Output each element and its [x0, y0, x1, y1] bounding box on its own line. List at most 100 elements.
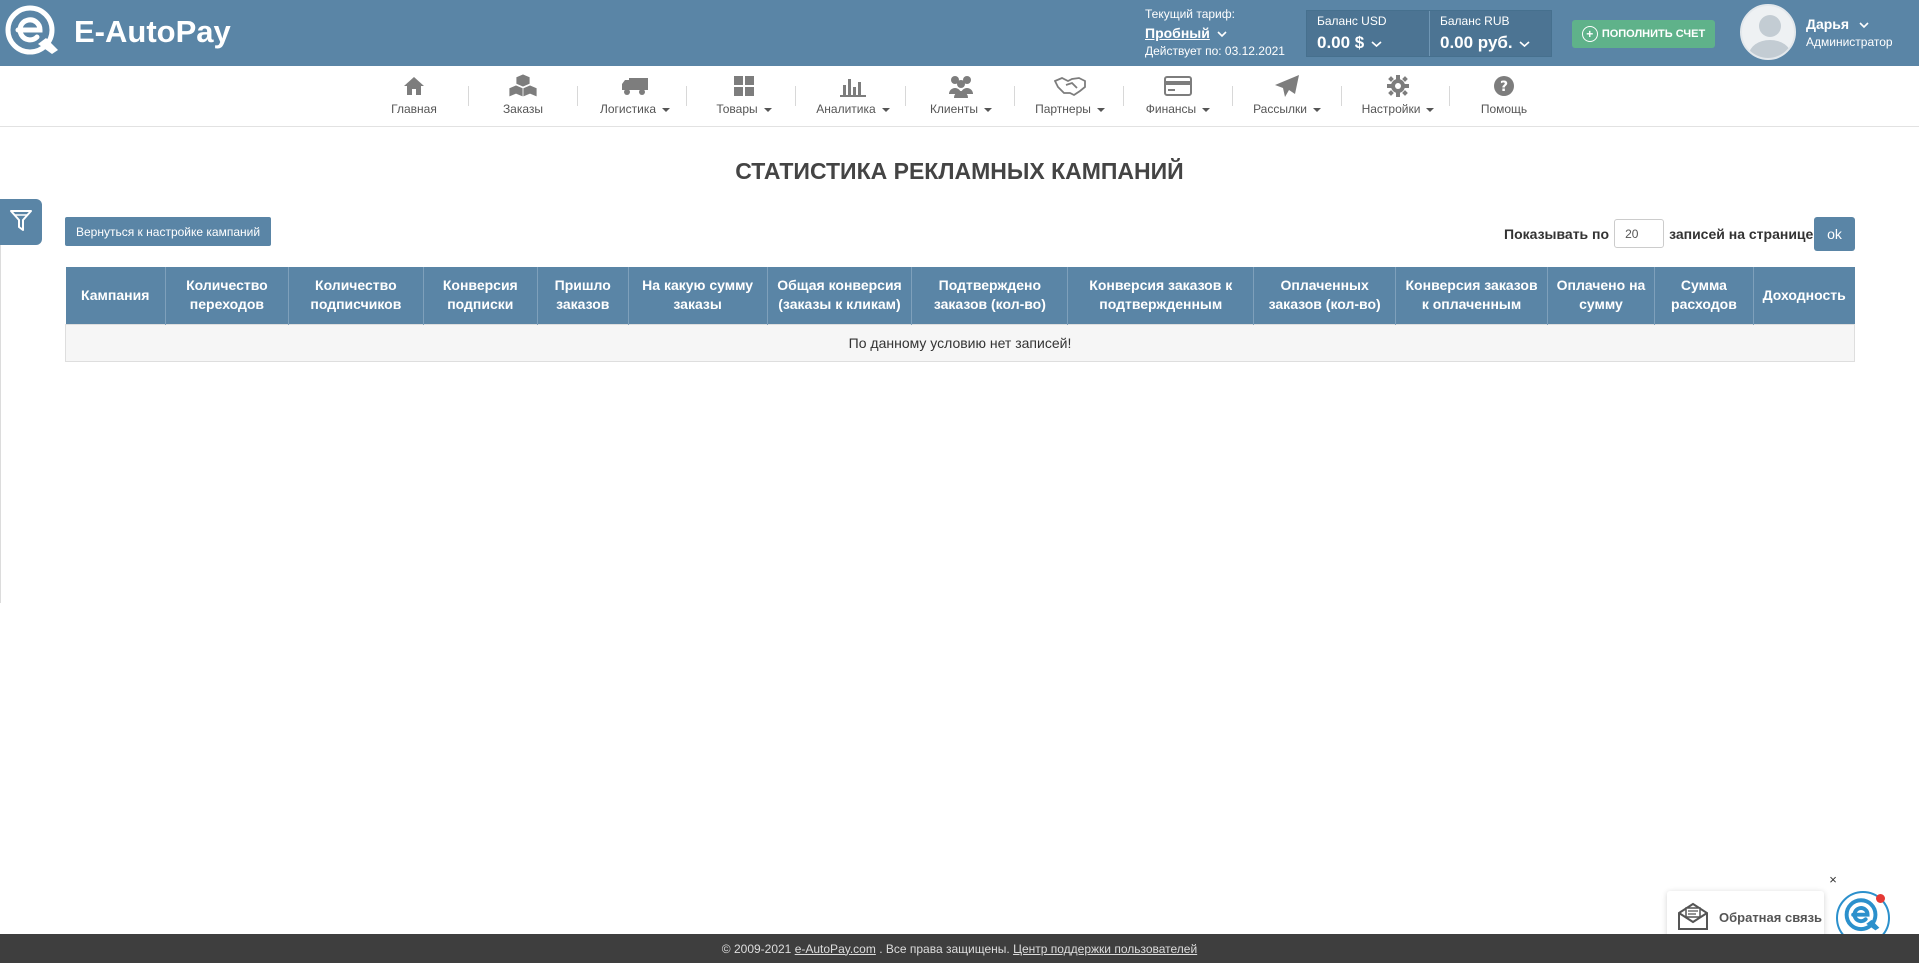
nav-item-clients[interactable]: Клиенты: [926, 72, 996, 122]
nav-label: Партнеры: [1035, 102, 1091, 116]
footer: © 2009-2021 e-AutoPay.com . Все права за…: [0, 934, 1919, 963]
nav-label: Финансы: [1145, 102, 1197, 116]
per-page-input[interactable]: [1614, 219, 1665, 248]
campaign-stats-table: Кампания Количество переходов Количество…: [65, 267, 1855, 362]
logo[interactable]: E-AutoPay: [4, 4, 231, 60]
filter-toggle-button[interactable]: [0, 199, 42, 245]
feedback-label: Обратная связь: [1719, 909, 1823, 925]
column-header[interactable]: Пришло заказов: [537, 267, 629, 324]
nav-item-partners[interactable]: Партнеры: [1032, 72, 1108, 122]
caret-down-icon: [1312, 107, 1321, 112]
nav-item-home[interactable]: Главная: [384, 72, 444, 122]
users-icon: [946, 72, 976, 100]
tariff-valid: Действует по: 03.12.2021: [1145, 44, 1285, 58]
nav-label: Помощь: [1480, 102, 1528, 116]
tariff-plan[interactable]: Пробный: [1145, 25, 1210, 41]
nav-item-analytics[interactable]: Аналитика: [813, 72, 893, 122]
tariff-info: Текущий тариф: Пробный Действует по: 03.…: [1145, 6, 1285, 59]
user-menu[interactable]: Дарья Администратор: [1740, 4, 1893, 60]
main-nav: Главная Заказы Логистика Товары Аналитик…: [0, 66, 1919, 127]
column-header[interactable]: Общая конверсия (заказы к кликам): [767, 267, 913, 324]
balance-rub-value: 0.00 руб.: [1440, 33, 1513, 52]
envelope-icon: [1677, 901, 1709, 934]
column-header[interactable]: Конверсия заказов к оплаченным: [1395, 267, 1548, 324]
home-icon: [402, 72, 426, 100]
chevron-down-icon: [1519, 33, 1530, 53]
notification-dot: [1876, 894, 1885, 903]
empty-message: По данному условию нет записей!: [65, 323, 1855, 362]
back-to-campaign-settings-button[interactable]: Вернуться к настройке кампаний: [65, 217, 272, 246]
chevron-down-icon: [1371, 33, 1382, 53]
nav-item-mailings[interactable]: Рассылки: [1251, 72, 1323, 122]
caret-down-icon: [881, 107, 890, 112]
footer-site-link[interactable]: e-AutoPay.com: [795, 942, 876, 956]
balance-usd[interactable]: Баланс USD 0.00 $: [1307, 11, 1429, 56]
nav-item-settings[interactable]: Настройки: [1358, 72, 1438, 122]
column-header[interactable]: Конверсия подписки: [423, 267, 538, 324]
balance-usd-value: 0.00 $: [1317, 33, 1365, 52]
column-header[interactable]: Оплачено на сумму: [1547, 267, 1655, 324]
per-page-label: Показывать по: [1504, 225, 1610, 242]
tariff-label: Текущий тариф:: [1145, 7, 1235, 21]
chevron-down-icon: [1217, 26, 1227, 42]
footer-support-link[interactable]: Центр поддержки пользователей: [1013, 942, 1197, 956]
nav-label: Клиенты: [929, 102, 979, 116]
footer-copyright: © 2009-2021: [721, 941, 795, 956]
tariff-plan-dropdown[interactable]: Пробный: [1145, 22, 1285, 43]
products-icon: [733, 72, 755, 100]
column-header[interactable]: На какую сумму заказы: [628, 267, 768, 324]
caret-down-icon: [1096, 107, 1105, 112]
nav-label: Аналитика: [816, 102, 876, 116]
nav-item-help[interactable]: ? Помощь: [1474, 72, 1534, 122]
balance-rub-label: Баланс RUB: [1440, 14, 1510, 28]
column-header[interactable]: Доходность: [1753, 267, 1855, 324]
topup-label: ПОПОЛНИТЬ СЧЕТ: [1601, 28, 1706, 40]
balance-rub[interactable]: Баланс RUB 0.00 руб.: [1429, 11, 1551, 56]
nav-label: Рассылки: [1253, 102, 1307, 116]
column-header[interactable]: Оплаченных заказов (кол-во): [1253, 267, 1397, 324]
per-page-suffix: записей на странице: [1669, 225, 1814, 242]
top-bar: E-AutoPay Текущий тариф: Пробный Действу…: [0, 0, 1919, 66]
column-header[interactable]: Количество подписчиков: [288, 267, 424, 324]
nav-item-orders[interactable]: Заказы: [493, 72, 553, 122]
avatar[interactable]: [1740, 4, 1796, 60]
ok-button[interactable]: ok: [1814, 217, 1855, 251]
boxes-icon: [508, 72, 538, 100]
nav-item-finance[interactable]: Финансы: [1143, 72, 1213, 122]
table-header-row: Кампания Количество переходов Количество…: [65, 267, 1855, 324]
column-header[interactable]: Подтверждено заказов (кол-во): [911, 267, 1069, 324]
logo-text: E-AutoPay: [74, 14, 231, 49]
chevron-down-icon: [1859, 16, 1869, 32]
question-icon: ?: [1493, 72, 1515, 100]
sidebar-edge: [0, 245, 1, 603]
caret-down-icon: [984, 107, 993, 112]
user-role: Администратор: [1806, 34, 1893, 49]
footer-rights: . Все права защищены.: [875, 941, 1014, 956]
column-header[interactable]: Количество переходов: [165, 267, 289, 324]
credit-card-icon: [1164, 72, 1192, 100]
nav-label: Заказы: [502, 102, 544, 116]
table-row: По данному условию нет записей!: [65, 323, 1855, 362]
chart-icon: [839, 72, 867, 100]
balances: Баланс USD 0.00 $ Баланс RUB 0.00 руб.: [1306, 10, 1552, 57]
topup-button[interactable]: + ПОПОЛНИТЬ СЧЕТ: [1572, 20, 1715, 48]
nav-label: Товары: [716, 102, 758, 116]
nav-label: Настройки: [1361, 102, 1421, 116]
nav-item-products[interactable]: Товары: [710, 72, 778, 122]
nav-item-logistics[interactable]: Логистика: [595, 72, 675, 122]
logo-icon: [4, 4, 62, 60]
caret-down-icon: [763, 107, 772, 112]
column-header[interactable]: Сумма расходов: [1654, 267, 1754, 324]
close-icon[interactable]: ×: [1826, 873, 1840, 887]
page-title: СТАТИСТИКА РЕКЛАМНЫХ КАМПАНИЙ: [735, 158, 1184, 184]
column-header[interactable]: Кампания: [65, 267, 166, 324]
gear-icon: [1386, 72, 1410, 100]
paper-plane-icon: [1274, 72, 1300, 100]
per-page-control: Показывать по записей на странице: [1504, 218, 1813, 249]
column-header[interactable]: Конверсия заказов к подтвержденным: [1067, 267, 1255, 324]
caret-down-icon: [1202, 107, 1211, 112]
handshake-icon: [1054, 72, 1086, 100]
user-name: Дарья: [1806, 15, 1850, 32]
caret-down-icon: [662, 107, 670, 112]
svg-text:?: ?: [1500, 79, 1508, 95]
